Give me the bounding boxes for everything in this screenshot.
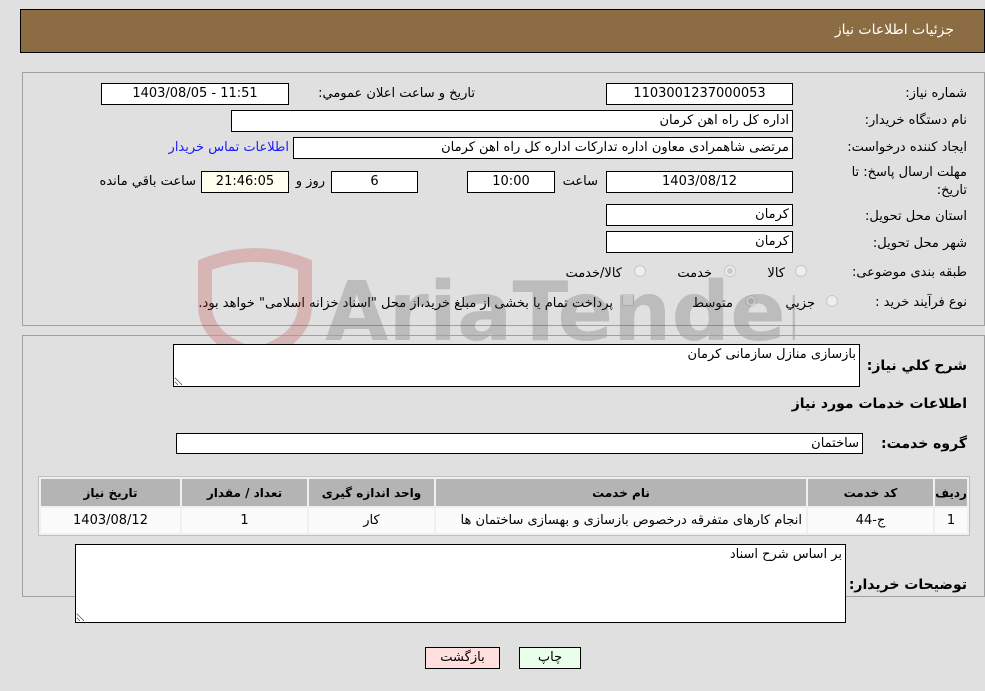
table-header-row: ردیف کد خدمت نام خدمت واحد اندازه گیری ت… bbox=[41, 479, 967, 506]
deadline-date-field[interactable]: 1403/08/12 bbox=[606, 171, 793, 193]
treasury-note: پرداخت تمام یا بخشی از مبلغ خرید،از محل … bbox=[198, 296, 613, 311]
deadline-label-line1: مهلت ارسال پاسخ: تا bbox=[851, 165, 967, 180]
announce-datetime-field[interactable]: 1403/08/05 - 11:51 bbox=[101, 83, 289, 105]
service-group-label: گروه خدمت: bbox=[881, 436, 967, 452]
deadline-label-line2: تاریخ: bbox=[936, 183, 967, 198]
services-section-title: اطلاعات خدمات مورد نیاز bbox=[791, 396, 967, 412]
province-field[interactable]: کرمان bbox=[606, 204, 793, 226]
purchase-radio-minor[interactable] bbox=[826, 295, 838, 307]
need-number-label: شماره نیاز: bbox=[905, 86, 967, 101]
category-option-service: خدمت bbox=[677, 266, 712, 281]
services-table: ردیف کد خدمت نام خدمت واحد اندازه گیری ت… bbox=[38, 476, 970, 536]
col-header-service-code: کد خدمت bbox=[808, 479, 933, 506]
general-desc-textarea[interactable]: بازسازی منازل سازمانی کرمان bbox=[173, 344, 860, 387]
cell-need-date: 1403/08/12 bbox=[41, 508, 180, 533]
service-group-field[interactable]: ساختمان bbox=[176, 433, 863, 454]
deadline-time-label: ساعت bbox=[562, 174, 598, 189]
page-title: جزئیات اطلاعات نیاز bbox=[834, 22, 954, 38]
treasury-checkbox[interactable] bbox=[622, 294, 634, 306]
buyer-org-label: نام دستگاه خریدار: bbox=[864, 113, 967, 128]
cell-quantity: 1 bbox=[182, 508, 307, 533]
general-desc-label: شرح کلي نیاز: bbox=[866, 358, 967, 374]
remaining-days-field[interactable]: 6 bbox=[331, 171, 418, 193]
table-row: 1 ج-44 انجام کارهای متفرقه درخصوص بازساز… bbox=[41, 508, 967, 533]
city-field[interactable]: کرمان bbox=[606, 231, 793, 253]
cell-row-number: 1 bbox=[935, 508, 967, 533]
purchase-radio-medium[interactable] bbox=[745, 295, 757, 307]
category-radio-goods-service[interactable] bbox=[634, 265, 646, 277]
cell-unit: کار bbox=[309, 508, 434, 533]
print-button[interactable]: چاپ bbox=[519, 647, 581, 669]
city-label: شهر محل تحویل: bbox=[872, 236, 967, 251]
province-label: استان محل تحویل: bbox=[865, 209, 967, 224]
col-header-row-number: ردیف bbox=[935, 479, 967, 506]
buyer-notes-label: توضیحات خریدار: bbox=[848, 577, 967, 593]
deadline-time-field[interactable]: 10:00 bbox=[467, 171, 555, 193]
category-option-goods-service: کالا/خدمت bbox=[565, 266, 622, 281]
requester-field[interactable]: مرتضی شاهمرادی معاون اداره تدارکات اداره… bbox=[293, 137, 793, 159]
cell-service-code: ج-44 bbox=[808, 508, 933, 533]
days-label: روز و bbox=[295, 174, 325, 189]
category-radio-goods[interactable] bbox=[795, 265, 807, 277]
category-label: طبقه بندی موضوعی: bbox=[851, 265, 967, 280]
purchase-option-minor: جزيي bbox=[785, 296, 815, 311]
cell-service-name: انجام کارهای متفرقه درخصوص بازسازی و بهس… bbox=[436, 508, 806, 533]
page-header: جزئیات اطلاعات نیاز bbox=[20, 9, 985, 53]
requester-label: ایجاد کننده درخواست: bbox=[847, 140, 967, 155]
announce-datetime-label: تاریخ و ساعت اعلان عمومي: bbox=[318, 86, 475, 101]
col-header-need-date: تاریخ نیاز bbox=[41, 479, 180, 506]
category-radio-service[interactable] bbox=[724, 265, 736, 277]
back-button[interactable]: بازگشت bbox=[425, 647, 500, 669]
remaining-time-field: 21:46:05 bbox=[201, 171, 289, 193]
buyer-org-field[interactable]: اداره کل راه اهن کرمان bbox=[231, 110, 793, 132]
purchase-option-medium: متوسط bbox=[692, 296, 733, 311]
buyer-contact-link[interactable]: اطلاعات تماس خریدار bbox=[169, 140, 289, 155]
buyer-notes-textarea[interactable]: بر اساس شرح اسناد bbox=[75, 544, 846, 623]
remaining-time-label: ساعت باقي مانده bbox=[99, 174, 196, 189]
category-option-goods: کالا bbox=[767, 266, 785, 281]
col-header-unit: واحد اندازه گیری bbox=[309, 479, 434, 506]
col-header-quantity: تعداد / مقدار bbox=[182, 479, 307, 506]
purchase-type-label: نوع فرآیند خرید : bbox=[875, 295, 967, 310]
col-header-service-name: نام خدمت bbox=[436, 479, 806, 506]
need-number-field[interactable]: 1103001237000053 bbox=[606, 83, 793, 105]
